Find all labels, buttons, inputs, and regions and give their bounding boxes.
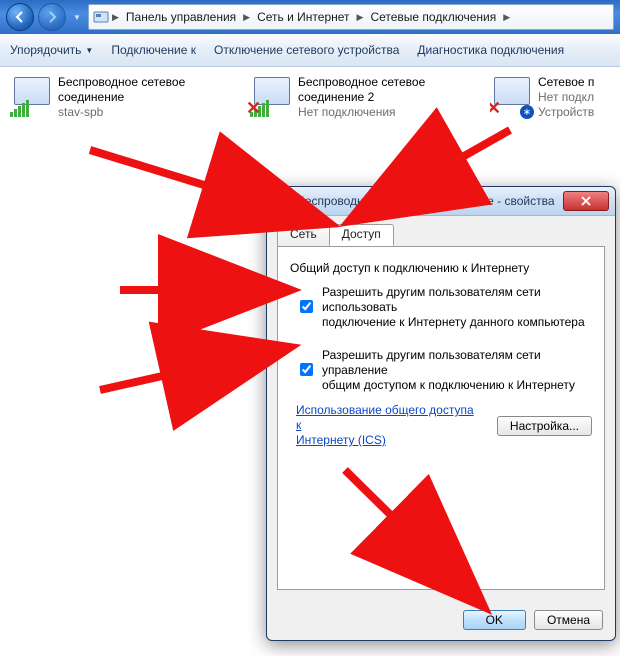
dialog-icon xyxy=(273,192,291,210)
dialog-footer: OK Отмена xyxy=(267,600,615,640)
connection-status: stav-spb xyxy=(58,105,185,120)
chevron-right-icon: ▶ xyxy=(356,12,365,23)
address-bar-icon xyxy=(93,9,109,25)
connection-title: Беспроводное сетевое xyxy=(298,75,425,90)
diagnose-label: Диагностика подключения xyxy=(417,43,564,57)
diagnose-button[interactable]: Диагностика подключения xyxy=(417,43,564,57)
tab-network[interactable]: Сеть xyxy=(277,224,330,246)
organize-label: Упорядочить xyxy=(10,43,81,57)
connection-title: соединение 2 xyxy=(298,90,425,105)
settings-button[interactable]: Настройка... xyxy=(497,416,592,436)
dialog-title: Беспроводное сетевое соединение - свойст… xyxy=(297,194,557,208)
connection-title: соединение xyxy=(58,90,185,105)
disable-device-button[interactable]: Отключение сетевого устройства xyxy=(214,43,399,57)
connection-status: Устройств xyxy=(538,105,594,120)
breadcrumb-segment[interactable]: Сеть и Интернет xyxy=(253,10,353,24)
command-bar: Упорядочить ▼ Подключение к Отключение с… xyxy=(0,34,620,67)
disconnected-overlay-icon: ✕ xyxy=(246,98,261,119)
connection-item[interactable]: Беспроводное сетевое соединение stav-spb xyxy=(10,75,240,656)
wifi-icon: ✕ xyxy=(250,75,292,117)
tab-sharing[interactable]: Доступ xyxy=(329,224,394,246)
close-button[interactable] xyxy=(563,191,609,211)
allow-share-checkbox-row: Разрешить другим пользователям сети испо… xyxy=(296,285,592,330)
nav-back-button[interactable] xyxy=(6,3,34,31)
group-title: Общий доступ к подключению к Интернету xyxy=(290,261,592,275)
connection-title: Беспроводное сетевое xyxy=(58,75,185,90)
connection-status: Нет подкл xyxy=(538,90,594,105)
chevron-right-icon: ▶ xyxy=(242,12,251,23)
nav-forward-button[interactable] xyxy=(38,3,66,31)
close-icon xyxy=(581,196,591,206)
address-bar[interactable]: ▶ Панель управления ▶ Сеть и Интернет ▶ … xyxy=(88,4,614,30)
explorer-nav-bar: ▼ ▶ Панель управления ▶ Сеть и Интернет … xyxy=(0,0,620,34)
allow-control-checkbox-row: Разрешить другим пользователям сети упра… xyxy=(296,348,592,393)
allow-share-checkbox[interactable] xyxy=(300,286,313,327)
connection-title: Сетевое п xyxy=(538,75,594,90)
tab-strip: Сеть Доступ xyxy=(277,224,605,246)
ok-button[interactable]: OK xyxy=(463,610,526,630)
nav-history-dropdown[interactable]: ▼ xyxy=(70,4,84,30)
ics-help-link[interactable]: Использование общего доступа к Интернету… xyxy=(296,403,476,448)
connect-to-menu[interactable]: Подключение к xyxy=(111,43,196,57)
disable-label: Отключение сетевого устройства xyxy=(214,43,399,57)
allow-control-checkbox[interactable] xyxy=(300,349,313,390)
connection-status: Нет подключения xyxy=(298,105,425,120)
properties-dialog: Беспроводное сетевое соединение - свойст… xyxy=(266,186,616,641)
wifi-icon xyxy=(10,75,52,117)
allow-share-label: Разрешить другим пользователям сети испо… xyxy=(322,285,592,330)
dialog-title-bar[interactable]: Беспроводное сетевое соединение - свойст… xyxy=(267,187,615,216)
chevron-right-icon: ▶ xyxy=(111,12,120,23)
network-icon: ✕ ∗ xyxy=(490,75,532,117)
breadcrumb-segment[interactable]: Панель управления xyxy=(122,10,240,24)
chevron-right-icon: ▶ xyxy=(502,12,511,23)
breadcrumb-segment[interactable]: Сетевые подключения xyxy=(366,10,500,24)
connect-label: Подключение к xyxy=(111,43,196,57)
organize-menu[interactable]: Упорядочить ▼ xyxy=(10,43,93,57)
cancel-button[interactable]: Отмена xyxy=(534,610,603,630)
chevron-down-icon: ▼ xyxy=(85,46,93,55)
sharing-tab-panel: Общий доступ к подключению к Интернету Р… xyxy=(277,246,605,590)
disconnected-overlay-icon: ✕ xyxy=(490,98,501,119)
allow-control-label: Разрешить другим пользователям сети упра… xyxy=(322,348,592,393)
bluetooth-overlay-icon: ∗ xyxy=(520,105,534,119)
